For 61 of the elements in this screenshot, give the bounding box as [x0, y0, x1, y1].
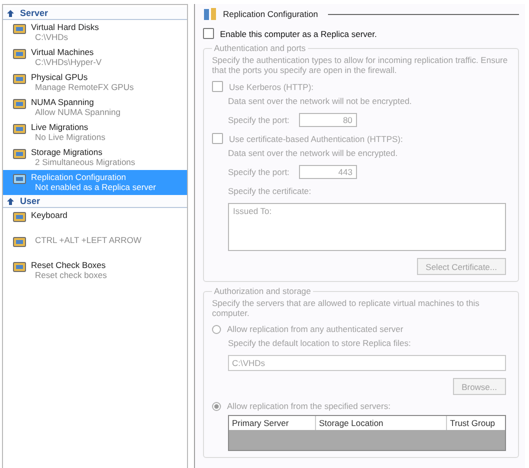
- group-header[interactable]: Server: [3, 7, 187, 20]
- section-title: Replication Configuration: [223, 9, 318, 19]
- item-subtitle: Reset check boxes: [35, 270, 107, 280]
- radio-label: Allow replication from the specified servers:: [227, 401, 390, 411]
- collapse-icon: [7, 198, 14, 204]
- group-title: Authorization and storage: [213, 286, 312, 296]
- settings-item[interactable]: CTRL +ALT +LEFT ARROW: [3, 233, 187, 258]
- description-text: Specify the servers that are allowed to replicate virtual machines to this computer.: [212, 298, 480, 318]
- item-icon: [13, 23, 26, 35]
- item-icon: [13, 123, 26, 135]
- settings-item[interactable]: Physical GPUs Manage RemoteFX GPUs: [3, 70, 187, 95]
- checkbox-label: Use Kerberos (HTTP):: [229, 82, 314, 92]
- item-title: Virtual Machines: [31, 47, 95, 57]
- item-title: Keyboard: [31, 210, 68, 220]
- enable-checkbox[interactable]: [203, 28, 214, 39]
- group-title: User: [20, 196, 40, 206]
- item-subtitle: 2 Simultaneous Migrations: [35, 157, 136, 167]
- item-icon: [13, 236, 26, 248]
- item-icon: [13, 211, 26, 223]
- item-title: Reset Check Boxes: [31, 260, 107, 270]
- settings-item[interactable]: Keyboard: [3, 208, 187, 233]
- settings-item[interactable]: NUMA Spanning Allow NUMA Spanning: [3, 95, 187, 120]
- item-icon: [13, 98, 26, 110]
- item-subtitle: C:\VHDs: [35, 32, 70, 42]
- item-subtitle: Allow NUMA Spanning: [35, 107, 121, 117]
- group-title: Server: [20, 8, 48, 18]
- location-label: Specify the default location to store Replica files:: [228, 338, 412, 348]
- port-label: Specify the port:: [228, 167, 290, 177]
- item-subtitle: C:\VHDs\Hyper-V: [35, 57, 102, 67]
- item-title: Storage Migrations: [31, 147, 104, 157]
- item-subtitle: CTRL +ALT +LEFT ARROW: [35, 235, 142, 245]
- item-icon: [13, 48, 26, 60]
- port-label: Specify the port:: [228, 115, 290, 125]
- checkbox-label: Use certificate-based Authentication (HTTPS):: [229, 134, 403, 144]
- item-icon: [13, 261, 26, 273]
- settings-item[interactable]: Storage Migrations 2 Simultaneous Migrations: [3, 145, 187, 170]
- certificate-line: Issued To:: [233, 206, 273, 216]
- item-title: Physical GPUs: [31, 72, 89, 82]
- item-title: Replication Configuration: [31, 172, 127, 182]
- certificate-label: Specify the certificate:: [228, 186, 312, 196]
- item-title: Live Migrations: [31, 122, 90, 132]
- checkbox-label: Enable this computer as a Replica server.: [220, 28, 377, 38]
- item-subtitle: No Live Migrations: [35, 132, 106, 142]
- item-icon: [13, 73, 26, 85]
- settings-item[interactable]: Live Migrations No Live Migrations: [3, 120, 187, 145]
- item-title: Virtual Hard Disks: [31, 22, 99, 32]
- group-title: Authentication and ports: [213, 43, 307, 53]
- note-text: Data sent over the network will be encrypted.: [228, 148, 399, 158]
- collapse-icon: [7, 10, 14, 16]
- item-icon: [13, 148, 26, 160]
- item-subtitle: Manage RemoteFX GPUs: [35, 82, 134, 92]
- group-header[interactable]: User: [3, 195, 187, 208]
- settings-item[interactable]: Reset Check Boxes Reset check boxes: [3, 258, 187, 283]
- radio-label: Allow replication from any authenticated server: [227, 324, 404, 334]
- description-text: Specify the authentication types to allow for incoming replication traffic. Ensure that the ports you specify are open in the firewall.: [212, 55, 509, 75]
- settings-item[interactable]: Virtual Machines C:\VHDs\Hyper-V: [3, 45, 187, 70]
- item-title: NUMA Spanning: [31, 97, 95, 107]
- note-text: Data sent over the network will not be encrypted.: [228, 96, 413, 106]
- settings-item[interactable]: Virtual Hard Disks C:\VHDs: [3, 20, 187, 45]
- item-subtitle: Not enabled as a Replica server: [35, 182, 156, 192]
- item-icon: [13, 173, 26, 185]
